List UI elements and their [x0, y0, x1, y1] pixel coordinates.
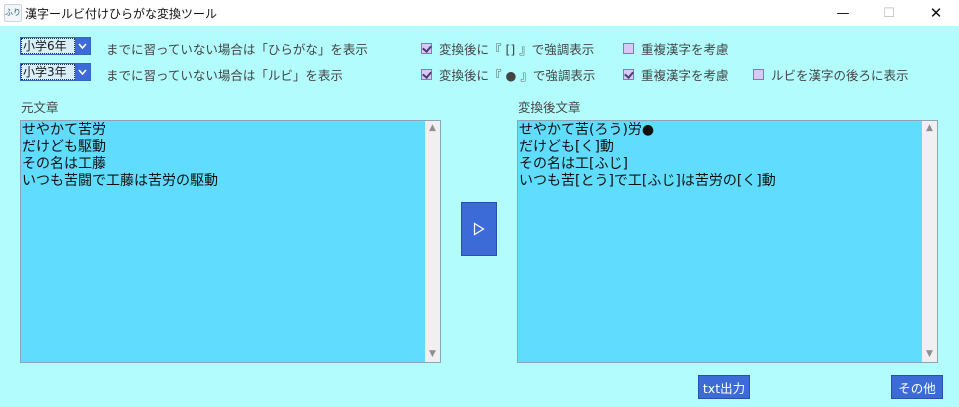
chevron-down-icon[interactable]	[75, 64, 90, 80]
checkbox-label: 重複漢字を考慮	[641, 68, 729, 83]
source-text: せやかて苦労 だけども駆動 その名は工藤 いつも苦闘で工藤は苦労の駆動	[22, 122, 218, 189]
result-text: せやかて苦(ろう)労● だけども[く]動 その名は工[ふじ] いつも苦[とう]で…	[519, 122, 776, 189]
result-scrollbar[interactable]: ▲ ▼	[922, 121, 937, 362]
hiragana-rule-text: までに習っていない場合は「ひらがな」を表示	[106, 42, 368, 57]
txt-export-button[interactable]: txt出力	[698, 375, 750, 399]
convert-button[interactable]	[461, 202, 497, 256]
scroll-down-icon[interactable]: ▼	[425, 347, 440, 362]
title-bar: ふり 漢字ールビ付けひらがな変換ツール — ☐ ✕	[0, 0, 959, 26]
source-label: 元文章	[21, 100, 59, 115]
ruby-after-kanji-checkbox[interactable]: ルビを漢字の後ろに表示	[753, 65, 909, 84]
hiragana-duplicate-kanji-checkbox[interactable]: 重複漢字を考慮	[623, 39, 729, 58]
checkbox-label: 変換後に『 ● 』で強調表示	[439, 68, 596, 83]
play-icon	[473, 222, 485, 236]
checkbox-checked-icon[interactable]	[421, 69, 432, 80]
other-button[interactable]: その他	[891, 375, 943, 399]
checkbox-label: 重複漢字を考慮	[641, 42, 729, 57]
ruby-duplicate-kanji-checkbox[interactable]: 重複漢字を考慮	[623, 65, 729, 84]
checkbox-checked-icon[interactable]	[421, 43, 432, 54]
hiragana-bracket-emphasis-checkbox[interactable]: 変換後に『 [] 』で強調表示	[421, 39, 594, 58]
source-textarea[interactable]: せやかて苦労 だけども駆動 その名は工藤 いつも苦闘で工藤は苦労の駆動 ▲ ▼	[20, 120, 441, 363]
checkbox-label: ルビを漢字の後ろに表示	[771, 68, 909, 83]
scroll-up-icon[interactable]: ▲	[425, 121, 440, 136]
minimize-button[interactable]: —	[820, 0, 866, 26]
source-scrollbar[interactable]: ▲ ▼	[425, 121, 440, 362]
result-label: 変換後文章	[518, 100, 581, 115]
ruby-grade-select[interactable]: 小学3年	[20, 63, 91, 81]
ruby-rule-text: までに習っていない場合は「ルビ」を表示	[106, 68, 343, 83]
hiragana-grade-value: 小学6年	[21, 38, 75, 54]
checkbox-label: 変換後に『 [] 』で強調表示	[439, 42, 595, 57]
scroll-up-icon[interactable]: ▲	[922, 121, 937, 136]
maximize-button[interactable]: ☐	[866, 0, 912, 26]
result-textarea[interactable]: せやかて苦(ろう)労● だけども[く]動 その名は工[ふじ] いつも苦[とう]で…	[517, 120, 938, 363]
ruby-dot-emphasis-checkbox[interactable]: 変換後に『 ● 』で強調表示	[421, 65, 595, 84]
app-icon: ふり	[4, 4, 22, 22]
chevron-down-icon[interactable]	[75, 38, 90, 54]
ruby-grade-value: 小学3年	[21, 64, 75, 80]
checkbox-checked-icon[interactable]	[623, 69, 634, 80]
checkbox-unchecked-icon[interactable]	[753, 69, 764, 80]
scroll-down-icon[interactable]: ▼	[922, 347, 937, 362]
hiragana-grade-select[interactable]: 小学6年	[20, 37, 91, 55]
checkbox-unchecked-icon[interactable]	[623, 43, 634, 54]
window-title: 漢字ールビ付けひらがな変換ツール	[25, 7, 218, 21]
close-button[interactable]: ✕	[913, 0, 959, 26]
